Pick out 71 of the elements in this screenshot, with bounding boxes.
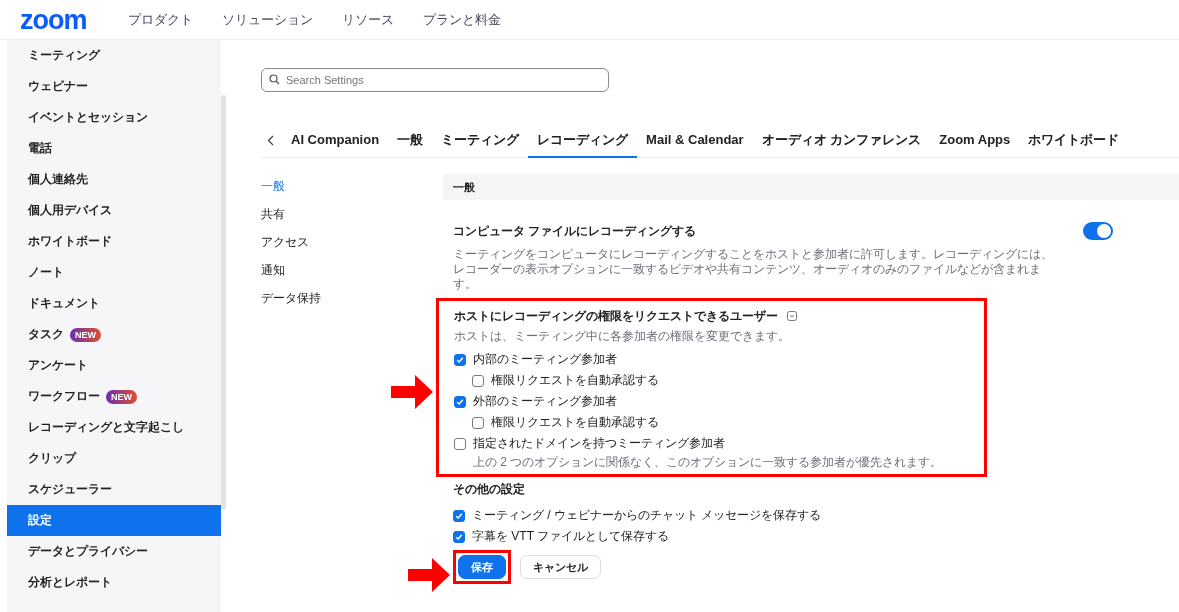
sidebar-item[interactable]: タスク NEW <box>7 319 221 350</box>
sidebar-item[interactable]: スケジューラー <box>7 474 221 505</box>
tab[interactable]: Mail & Calendar <box>637 123 753 158</box>
nav-link[interactable]: プロダクト <box>128 10 193 29</box>
sidebar-item[interactable]: クリップ <box>7 443 221 474</box>
nav-link[interactable]: リソース <box>342 10 394 29</box>
group-title: ホストにレコーディングの権限をリクエストできるユーザー <box>454 307 778 325</box>
checkbox-label: 字幕を VTT ファイルとして保存する <box>472 528 670 545</box>
tab[interactable]: AI Companion <box>282 123 389 158</box>
tab[interactable]: Zoom Apps <box>930 123 1020 158</box>
sidebar-item[interactable]: ウェビナー <box>7 71 221 102</box>
checkbox-label: 権限リクエストを自動承認する <box>491 414 659 431</box>
subnav-link[interactable]: 共有 <box>261 205 443 233</box>
subnav-link[interactable]: 一般 <box>261 177 443 205</box>
sidebar-item[interactable]: イベントとセッション <box>7 102 221 133</box>
tab[interactable]: 一般 <box>388 123 433 158</box>
sidebar-item[interactable]: アンケート <box>7 350 221 381</box>
tab[interactable]: オーディオ カンファレンス <box>752 123 931 158</box>
square-chevron-icon[interactable] <box>787 311 797 321</box>
tab[interactable]: レコーディング <box>528 123 638 158</box>
arrow-icon <box>408 558 450 592</box>
sidebar-item[interactable]: ワークフロー NEW <box>7 381 221 412</box>
sidebar-item-label: タスク <box>28 327 64 342</box>
checkbox[interactable] <box>454 437 466 450</box>
checkbox[interactable] <box>454 395 466 408</box>
sidebar-item[interactable]: データとプライバシー <box>7 536 221 567</box>
tab[interactable]: ミーティング <box>432 123 529 158</box>
checkbox[interactable] <box>472 416 484 429</box>
save-button[interactable]: 保存 <box>458 555 506 579</box>
checkbox[interactable] <box>472 374 484 387</box>
section-header: 一般 <box>443 174 1179 200</box>
new-badge: NEW <box>70 327 101 342</box>
sidebar-item[interactable]: 設定 <box>7 505 221 536</box>
chevron-left-icon[interactable] <box>267 134 274 146</box>
checkbox-label: 内部のミーティング参加者 <box>473 351 617 368</box>
cancel-button[interactable]: キャンセル <box>520 555 601 579</box>
setting-title: コンピュータ ファイルにレコーディングする <box>453 224 698 239</box>
sidebar-item[interactable]: 分析とレポート <box>7 567 221 598</box>
tab[interactable]: ホワイトボード <box>1019 123 1129 158</box>
sidebar-item[interactable]: 電話 <box>7 133 221 164</box>
toggle-switch[interactable] <box>1083 222 1113 240</box>
search-icon <box>269 74 280 85</box>
checkbox[interactable] <box>454 353 466 366</box>
setting-description: ミーティングをコンピュータにレコーディングすることをホストと参加者に許可します。レコーディングには、レコーダーの表示オプションに一致するビデオや共有コンテンツ、オーディオのみのファイルなどが含まれます。 <box>453 247 1053 292</box>
nav-link[interactable]: ソリューション <box>222 10 313 29</box>
scrollbar[interactable] <box>221 95 226 510</box>
sidebar-item[interactable]: 個人用デバイス <box>7 195 221 226</box>
sidebar-item[interactable]: ノート <box>7 257 221 288</box>
sidebar-item[interactable]: ミーティング <box>7 40 221 71</box>
new-badge: NEW <box>106 389 137 404</box>
subnav-link[interactable]: データ保持 <box>261 289 443 317</box>
search-field[interactable]: Search Settings <box>261 68 609 92</box>
sidebar-item[interactable]: ホワイトボード <box>7 226 221 257</box>
sidebar-item-label: ワークフロー <box>28 389 100 404</box>
checkbox-label: ミーティング / ウェビナーからのチャット メッセージを保存する <box>472 507 822 524</box>
group-description: ホストは、ミーティング中に各参加者の権限を変更できます。 <box>454 328 791 345</box>
option-note: 上の 2 つのオプションに関係なく、このオプションに一致する参加者が優先されます。 <box>472 454 944 470</box>
checkbox-label: 指定されたドメインを持つミーティング参加者 <box>473 435 725 452</box>
checkbox[interactable] <box>453 509 465 522</box>
subnav-link[interactable]: アクセス <box>261 233 443 261</box>
subnav-link[interactable]: 通知 <box>261 261 443 289</box>
group-title: その他の設定 <box>453 481 526 498</box>
arrow-icon <box>391 375 433 409</box>
checkbox[interactable] <box>453 530 465 543</box>
sidebar-item[interactable]: 個人連絡先 <box>7 164 221 195</box>
checkbox-label: 外部のミーティング参加者 <box>473 393 617 410</box>
sidebar-item[interactable]: ドキュメント <box>7 288 221 319</box>
logo[interactable]: zoom <box>20 0 108 40</box>
checkbox-label: 権限リクエストを自動承認する <box>491 372 659 389</box>
sidebar-item[interactable]: レコーディングと文字起こし <box>7 412 221 443</box>
nav-link[interactable]: プランと料金 <box>423 10 501 29</box>
